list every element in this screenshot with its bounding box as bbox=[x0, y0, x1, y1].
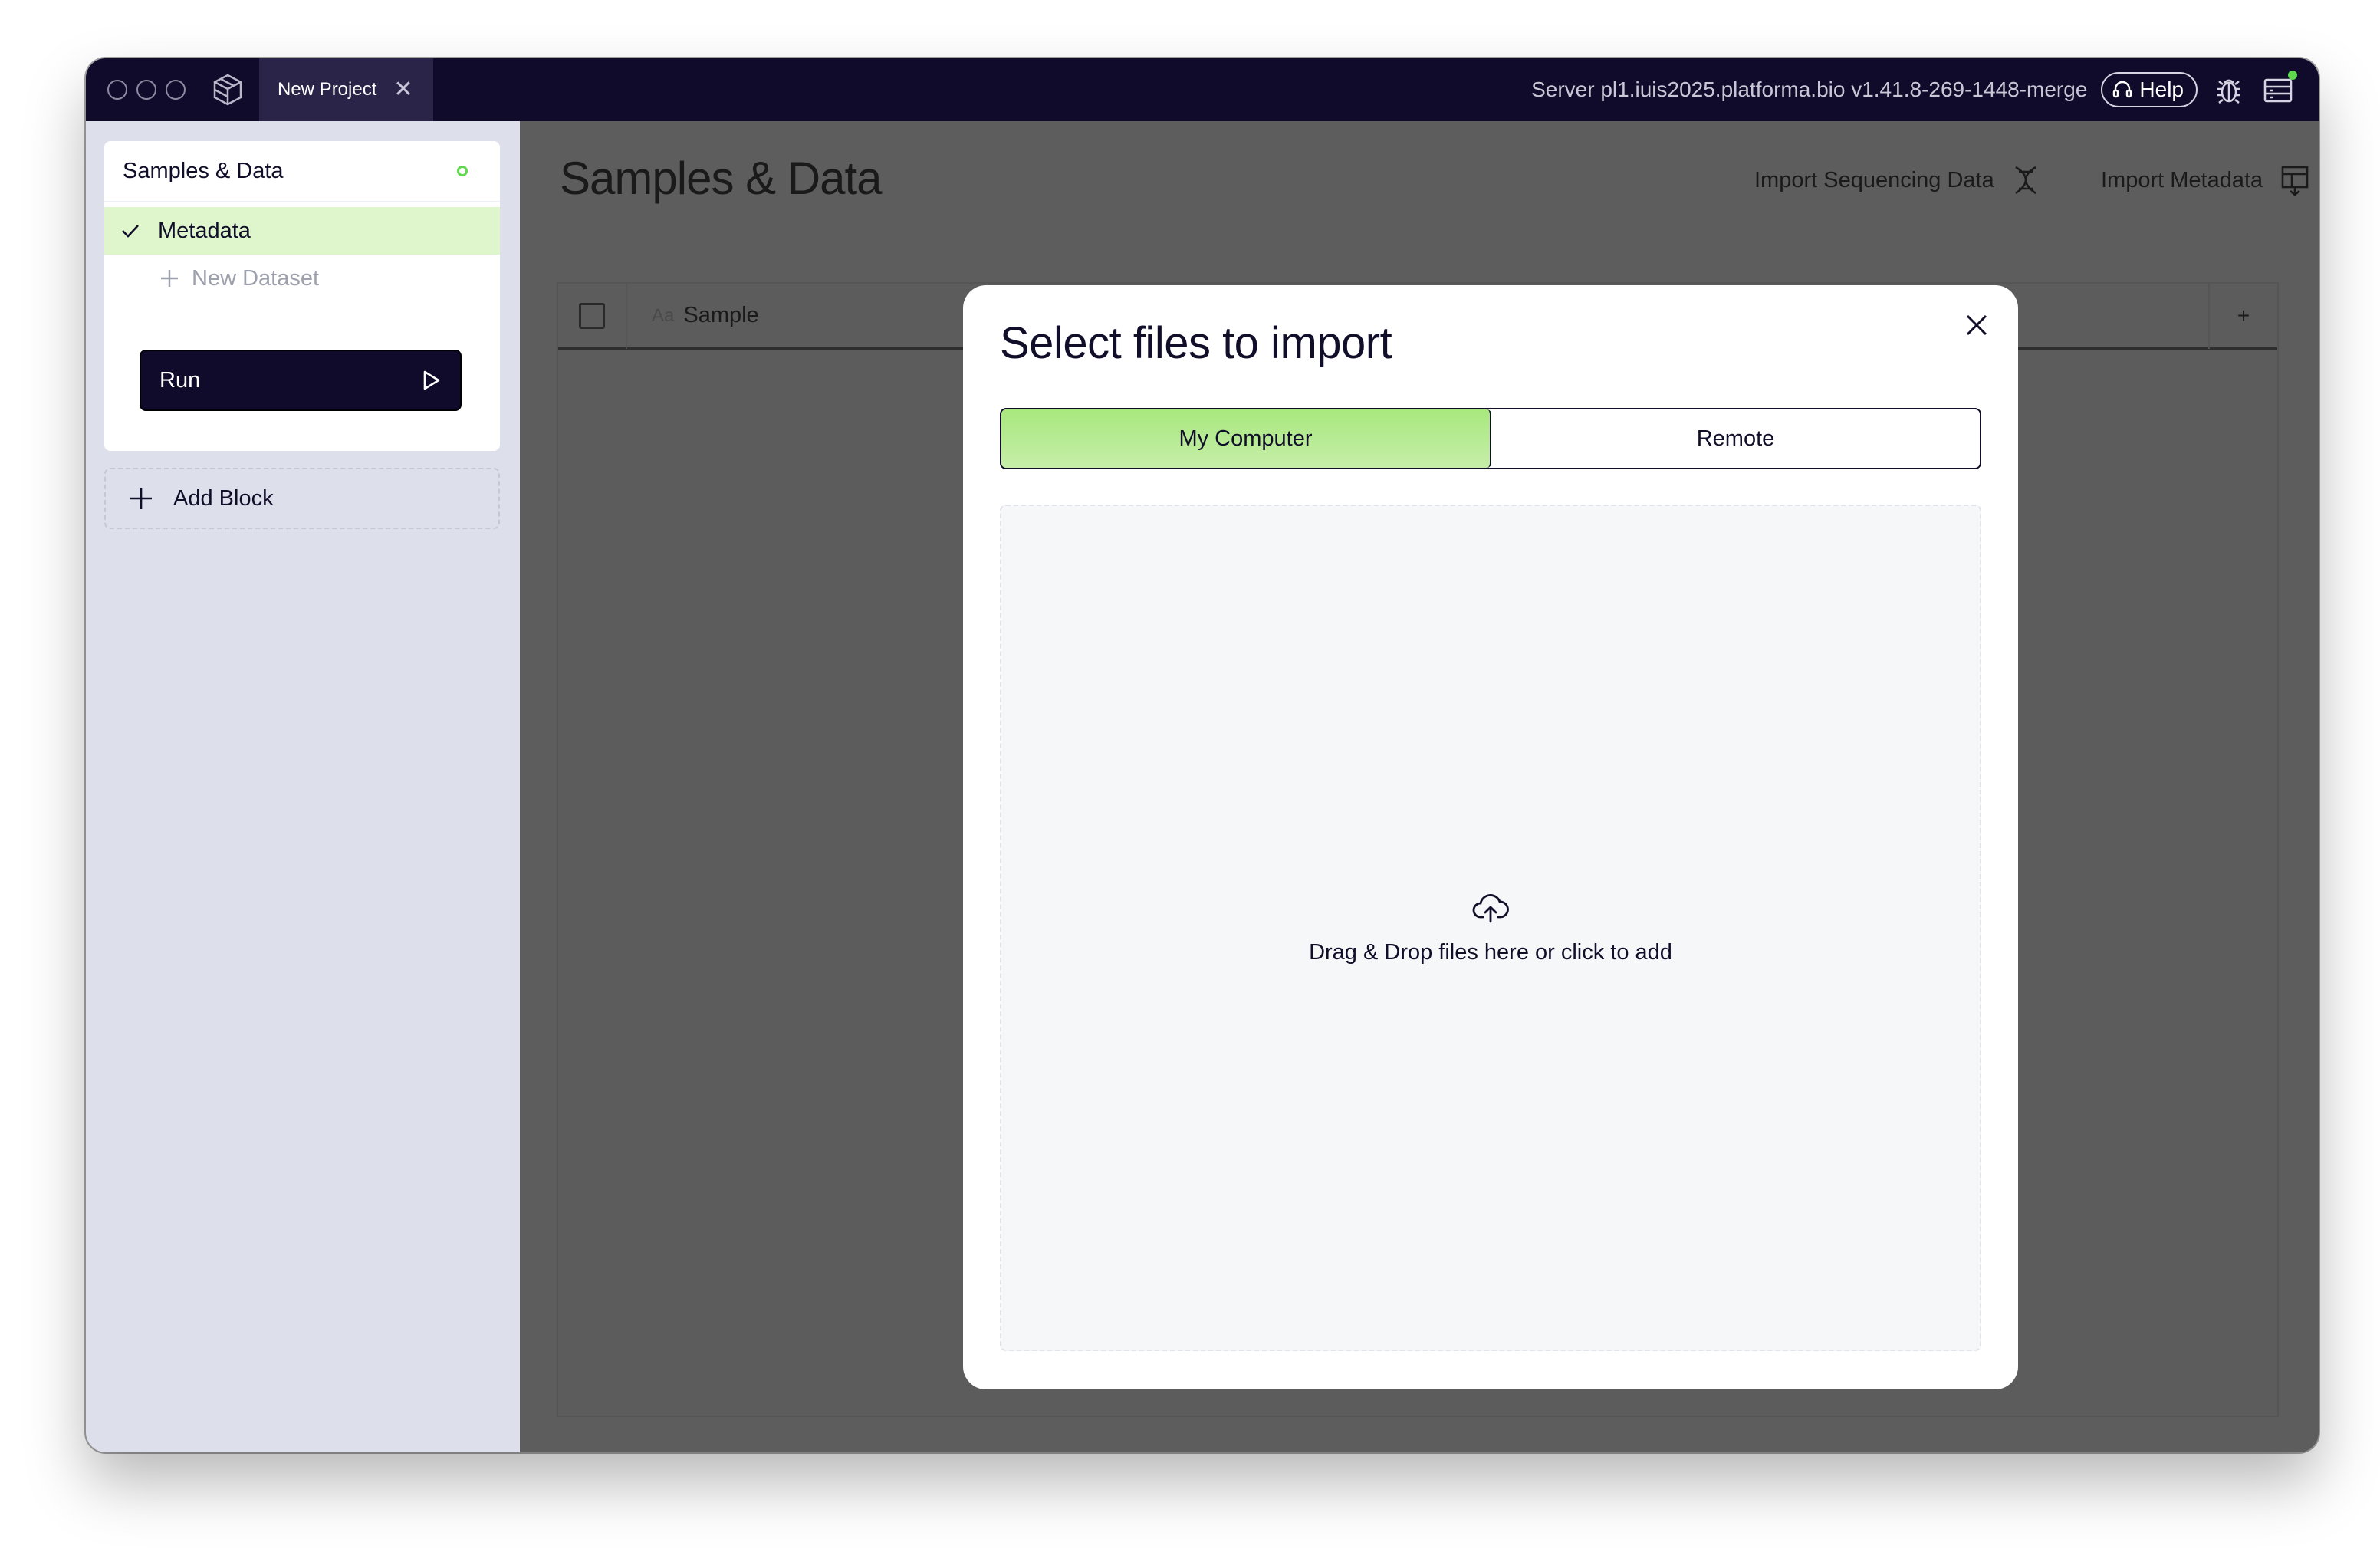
source-switcher: My Computer Remote bbox=[1000, 408, 1981, 469]
titlebar-right: Server pl1.iuis2025.platforma.bio v1.41.… bbox=[1531, 71, 2297, 107]
sidebar-item-label: Metadata bbox=[158, 218, 251, 243]
plus-icon bbox=[161, 270, 178, 287]
modal-title: Select files to import bbox=[1000, 318, 1392, 368]
import-files-modal: Select files to import My Computer Remot… bbox=[963, 285, 2018, 1389]
text-type-icon: Aa bbox=[652, 304, 675, 326]
server-info: Server pl1.iuis2025.platforma.bio v1.41.… bbox=[1531, 77, 2088, 101]
help-button[interactable]: Help bbox=[2101, 72, 2198, 107]
bug-icon[interactable] bbox=[2211, 72, 2247, 107]
help-label: Help bbox=[2139, 77, 2184, 101]
app-window: New Project ✕ Server pl1.iuis2025.platfo… bbox=[86, 58, 2319, 1452]
import-metadata-label: Import Metadata bbox=[2101, 167, 2263, 192]
select-all-cell bbox=[558, 282, 627, 349]
play-icon bbox=[423, 370, 440, 390]
import-metadata-button[interactable]: Import Metadata bbox=[2101, 164, 2310, 196]
file-dropzone[interactable]: Drag & Drop files here or click to add bbox=[1000, 505, 1981, 1351]
add-block-button[interactable]: Add Block bbox=[104, 468, 500, 529]
dropzone-text: Drag & Drop files here or click to add bbox=[1309, 939, 1672, 965]
title-bar: New Project ✕ Server pl1.iuis2025.platfo… bbox=[86, 58, 2319, 121]
block-header[interactable]: Samples & Data bbox=[104, 141, 500, 202]
run-button[interactable]: Run bbox=[140, 350, 462, 411]
sidebar-item-label: New Dataset bbox=[192, 265, 320, 291]
close-icon[interactable] bbox=[1960, 308, 1994, 342]
add-block-label: Add Block bbox=[173, 485, 274, 511]
block-status-icon bbox=[457, 166, 468, 176]
import-sequencing-label: Import Sequencing Data bbox=[1754, 167, 1994, 192]
plus-icon bbox=[130, 488, 152, 509]
tab-close-icon[interactable]: ✕ bbox=[393, 78, 413, 101]
page-title: Samples & Data bbox=[560, 153, 883, 204]
headset-icon bbox=[2113, 81, 2132, 98]
tab-my-computer[interactable]: My Computer bbox=[1001, 409, 1491, 468]
sidebar-item-new-dataset[interactable]: New Dataset bbox=[104, 255, 500, 302]
add-column-button[interactable]: + bbox=[2208, 282, 2277, 349]
select-all-checkbox[interactable] bbox=[579, 302, 605, 329]
tab-new-project[interactable]: New Project ✕ bbox=[259, 58, 433, 121]
dna-icon bbox=[2014, 166, 2036, 195]
column-header-sample[interactable]: Aa Sample bbox=[652, 303, 759, 328]
connection-status-dot bbox=[2288, 71, 2297, 80]
check-icon bbox=[122, 225, 139, 238]
close-window-button[interactable] bbox=[107, 80, 127, 100]
table-import-icon bbox=[2281, 166, 2309, 196]
app-logo-icon bbox=[213, 74, 242, 106]
minimize-window-button[interactable] bbox=[136, 80, 156, 100]
sidebar-item-metadata[interactable]: Metadata bbox=[104, 207, 500, 255]
tab-label: New Project bbox=[278, 79, 377, 100]
sidebar: Samples & Data Metadata New Dataset Run bbox=[86, 121, 520, 1452]
tab-remote[interactable]: Remote bbox=[1491, 409, 1980, 468]
cloud-upload-icon bbox=[1472, 893, 1509, 922]
block-card: Samples & Data Metadata New Dataset Run bbox=[104, 141, 500, 451]
column-label: Sample bbox=[683, 303, 759, 327]
block-title: Samples & Data bbox=[123, 158, 284, 183]
maximize-window-button[interactable] bbox=[166, 80, 186, 100]
run-label: Run bbox=[159, 367, 201, 393]
window-controls bbox=[107, 80, 186, 100]
storage-status[interactable] bbox=[2260, 71, 2297, 107]
import-sequencing-button[interactable]: Import Sequencing Data bbox=[1754, 164, 2040, 196]
